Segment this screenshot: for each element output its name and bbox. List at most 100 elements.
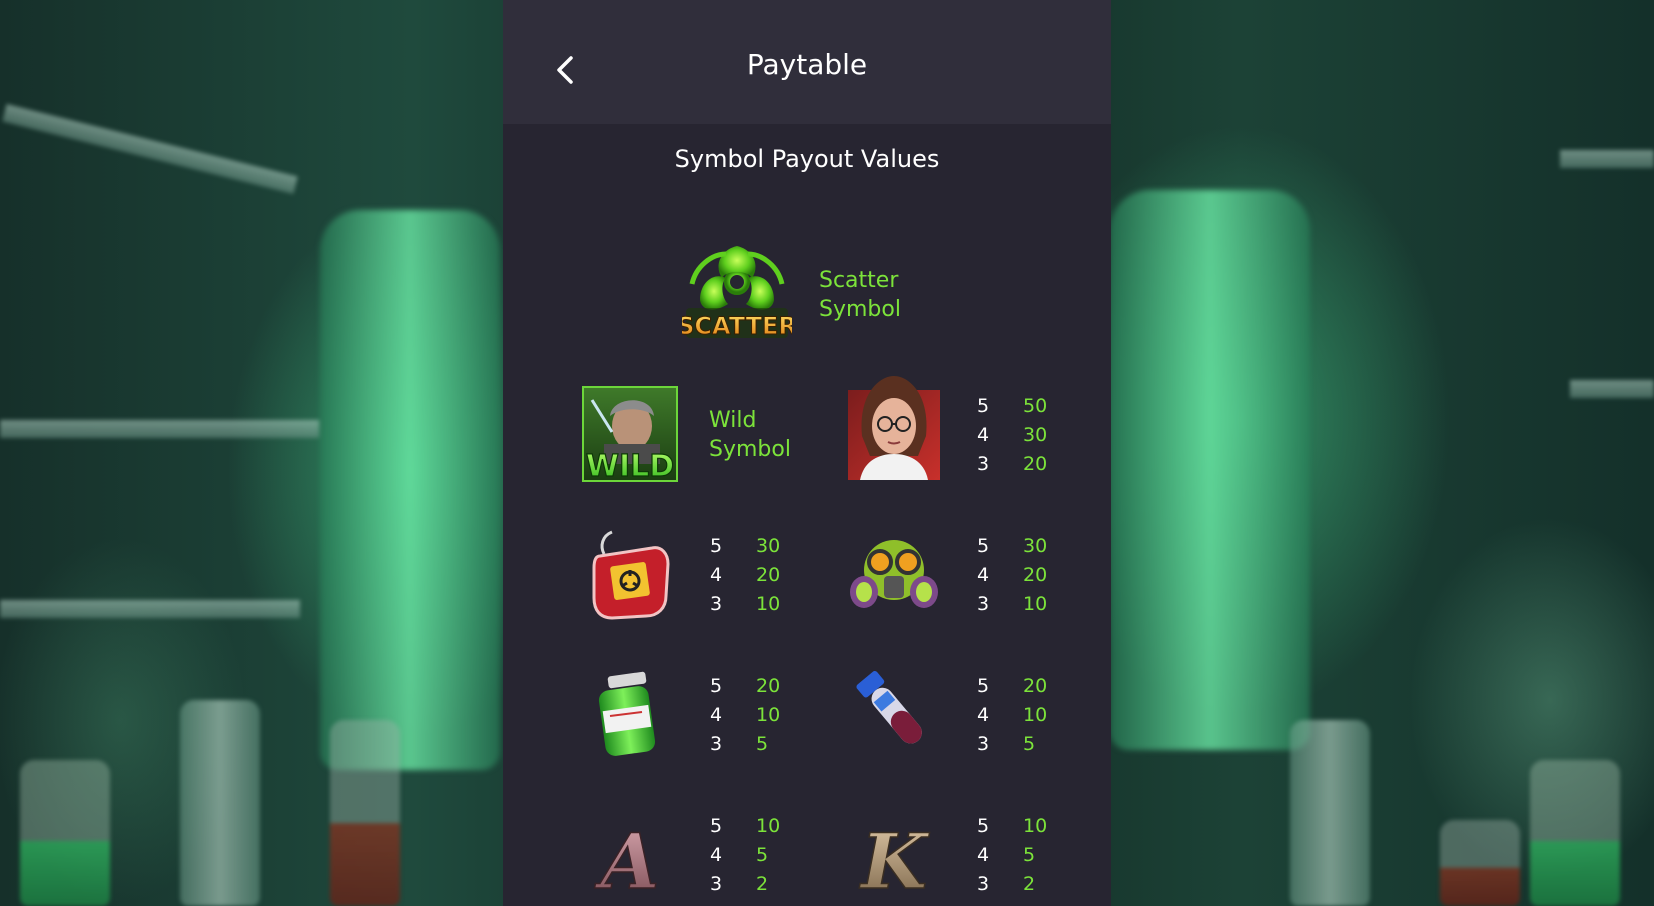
shelf bbox=[1560, 150, 1654, 168]
payout-row: 35 bbox=[710, 730, 800, 759]
bottle bbox=[330, 720, 400, 906]
payout-row: 32 bbox=[710, 870, 800, 899]
payout-row: 5 20 bbox=[710, 672, 800, 701]
scatter-label: Scatter Symbol bbox=[819, 266, 901, 324]
match-count: 3 bbox=[710, 593, 723, 615]
wild-label-line1: Wild bbox=[709, 408, 757, 433]
shelf bbox=[2, 103, 298, 195]
payout-value: 10 bbox=[756, 593, 781, 615]
letter-a-text: A bbox=[595, 817, 660, 902]
payout-value: 5 bbox=[1023, 844, 1036, 866]
biohazard-scatter-icon: SCATTER bbox=[677, 240, 797, 344]
match-count: 3 bbox=[710, 733, 723, 755]
payout-value: 10 bbox=[756, 704, 781, 726]
payout-row: 5 10 bbox=[977, 812, 1067, 841]
green-vial-icon bbox=[582, 666, 678, 762]
payout-row: 5 20 bbox=[977, 672, 1067, 701]
payout-row: 5 50 bbox=[977, 392, 1067, 421]
payout-row: 45 bbox=[977, 841, 1067, 870]
gas-mask-icon bbox=[846, 526, 942, 622]
female-scientist-icon bbox=[848, 376, 940, 480]
payout-row: 35 bbox=[977, 730, 1067, 759]
page-title: Paytable bbox=[746, 48, 868, 81]
match-count: 5 bbox=[977, 815, 990, 837]
match-count: 3 bbox=[710, 873, 723, 895]
payout-table-letter-a: 5 10 45 32 bbox=[710, 812, 800, 899]
payout-value: 20 bbox=[1023, 453, 1048, 475]
payout-table-test-tube: 5 20 4 10 35 bbox=[977, 672, 1067, 759]
payout-table-blood-bag: 5 30 4 20 3 10 bbox=[710, 532, 800, 619]
payout-value: 30 bbox=[756, 535, 781, 557]
payout-value: 10 bbox=[1023, 593, 1048, 615]
match-count: 5 bbox=[710, 535, 723, 557]
bottle bbox=[1290, 720, 1370, 906]
match-count: 5 bbox=[977, 395, 990, 417]
payout-value: 2 bbox=[1023, 873, 1036, 895]
payout-value: 20 bbox=[1023, 564, 1048, 586]
payout-row: 4 30 bbox=[977, 421, 1067, 450]
payout-row: 3 10 bbox=[710, 590, 800, 619]
blood-bag-icon bbox=[582, 526, 678, 622]
match-count: 4 bbox=[977, 844, 990, 866]
letter-k-text: K bbox=[859, 817, 930, 902]
bottle bbox=[180, 700, 260, 906]
scatter-label-line2: Symbol bbox=[819, 297, 901, 322]
payout-table-gas-mask: 5 30 4 20 3 10 bbox=[977, 532, 1067, 619]
payout-value: 30 bbox=[1023, 424, 1048, 446]
payout-value: 5 bbox=[1023, 733, 1036, 755]
payout-table-letter-k: 5 10 45 32 bbox=[977, 812, 1067, 899]
green-jar bbox=[1110, 190, 1310, 750]
match-count: 4 bbox=[977, 424, 990, 446]
letter-a-icon: A bbox=[582, 806, 678, 906]
scatter-label-line1: Scatter bbox=[819, 268, 899, 293]
payout-value: 20 bbox=[1023, 675, 1048, 697]
payout-table-female-scientist: 5 50 4 30 3 20 bbox=[977, 392, 1067, 479]
payout-value: 10 bbox=[756, 815, 781, 837]
payout-value: 30 bbox=[1023, 535, 1048, 557]
match-count: 3 bbox=[977, 873, 990, 895]
match-count: 4 bbox=[710, 704, 723, 726]
green-jar bbox=[320, 210, 500, 770]
scatter-icon-text: SCATTER bbox=[682, 312, 792, 340]
payout-row: 4 10 bbox=[710, 701, 800, 730]
payout-row: 3 20 bbox=[977, 450, 1067, 479]
shelf bbox=[0, 600, 300, 618]
payout-value: 5 bbox=[756, 844, 769, 866]
match-count: 5 bbox=[977, 675, 990, 697]
test-tube-icon bbox=[846, 666, 942, 762]
bottle bbox=[1440, 820, 1520, 906]
payout-value: 10 bbox=[1023, 704, 1048, 726]
match-count: 4 bbox=[710, 564, 723, 586]
match-count: 5 bbox=[977, 535, 990, 557]
payout-value: 20 bbox=[756, 675, 781, 697]
match-count: 3 bbox=[977, 733, 990, 755]
payout-row: 4 20 bbox=[710, 561, 800, 590]
shelf bbox=[1570, 380, 1654, 398]
match-count: 5 bbox=[710, 675, 723, 697]
payout-row: 5 30 bbox=[710, 532, 800, 561]
payout-row: 5 10 bbox=[710, 812, 800, 841]
payout-row: 3 10 bbox=[977, 590, 1067, 619]
payout-row: 5 30 bbox=[977, 532, 1067, 561]
payout-value: 2 bbox=[756, 873, 769, 895]
wild-icon-text: WILD bbox=[586, 449, 674, 482]
match-count: 3 bbox=[977, 593, 990, 615]
payout-value: 20 bbox=[756, 564, 781, 586]
section-title: Symbol Payout Values bbox=[674, 145, 940, 173]
payout-row: 4 20 bbox=[977, 561, 1067, 590]
wild-label: Wild Symbol bbox=[709, 406, 791, 464]
payout-row: 32 bbox=[977, 870, 1067, 899]
wild-scientist-icon: WILD bbox=[582, 386, 678, 485]
shelf bbox=[0, 420, 320, 438]
match-count: 4 bbox=[977, 704, 990, 726]
payout-value: 5 bbox=[756, 733, 769, 755]
match-count: 4 bbox=[710, 844, 723, 866]
bottle bbox=[1530, 760, 1620, 906]
bottle bbox=[20, 760, 110, 906]
payout-value: 10 bbox=[1023, 815, 1048, 837]
letter-k-icon: K bbox=[846, 806, 942, 906]
match-count: 4 bbox=[977, 564, 990, 586]
match-count: 3 bbox=[977, 453, 990, 475]
payout-row: 4 10 bbox=[977, 701, 1067, 730]
payout-table-green-vial: 5 20 4 10 35 bbox=[710, 672, 800, 759]
